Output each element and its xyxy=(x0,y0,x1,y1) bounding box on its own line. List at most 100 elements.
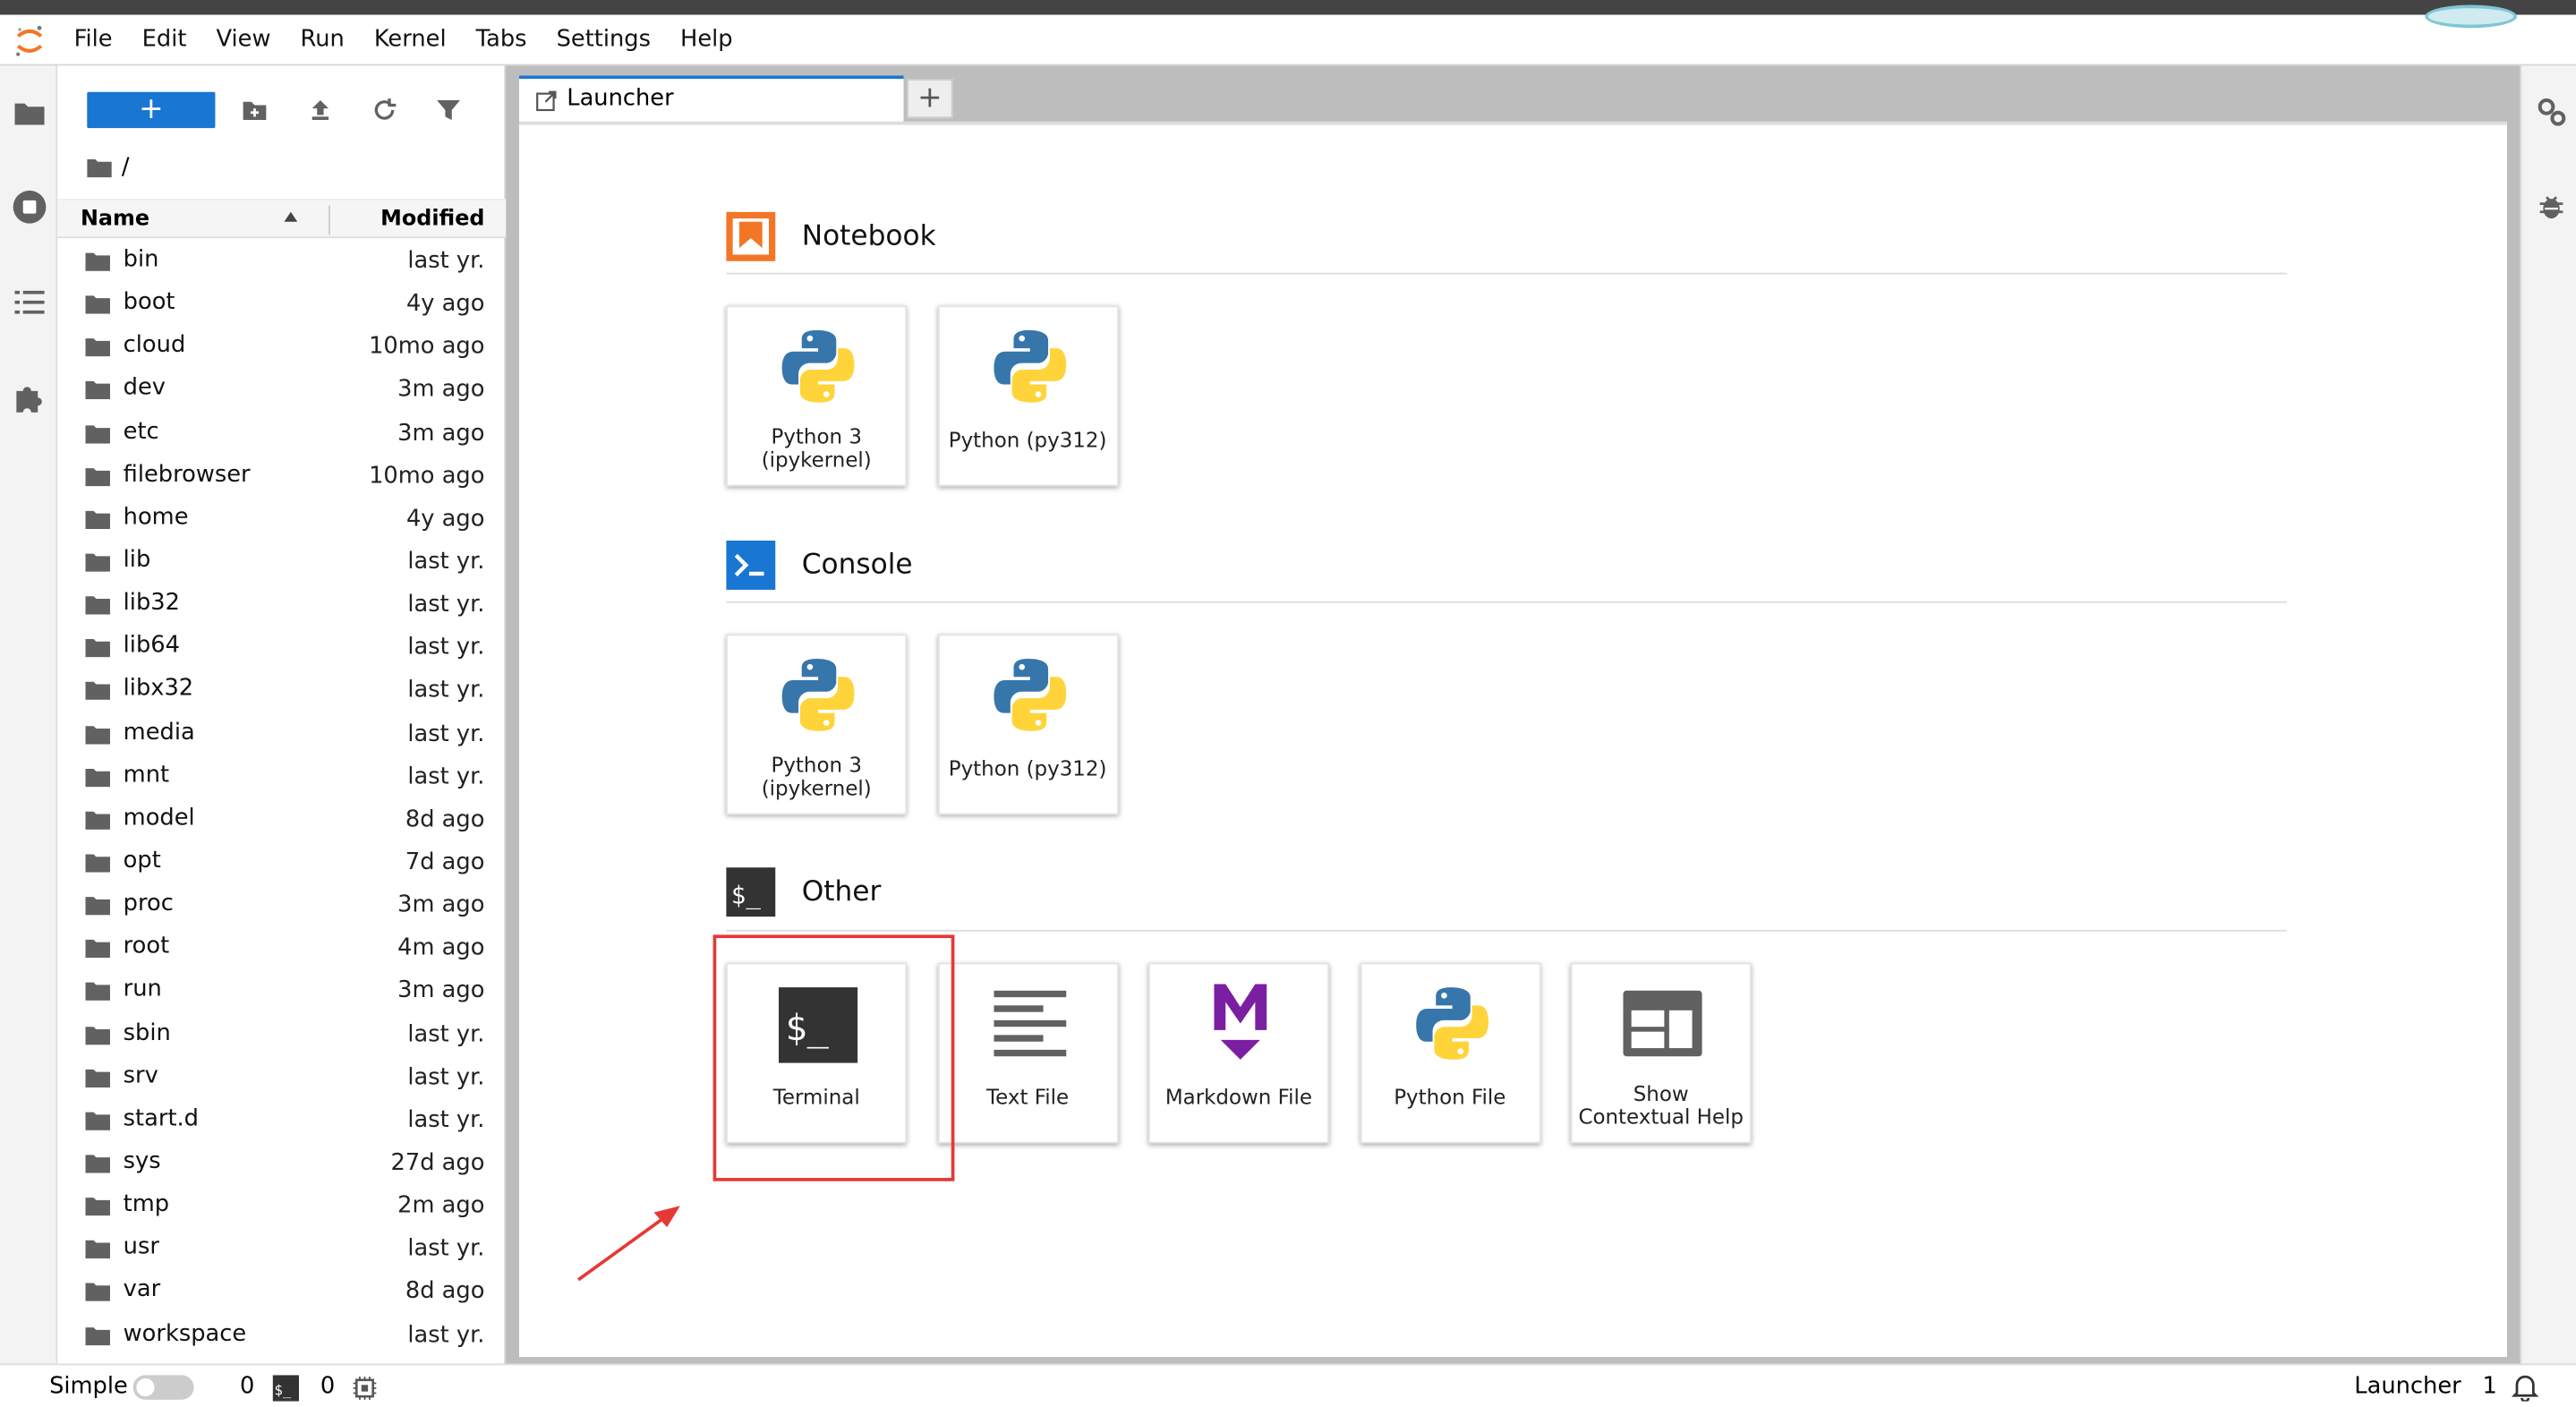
file-modified: 10mo ago xyxy=(369,334,485,361)
extension-manager-icon[interactable] xyxy=(12,379,47,415)
new-folder-icon[interactable] xyxy=(240,95,269,124)
file-row[interactable]: proc 3m ago xyxy=(57,884,506,927)
toggle-knob xyxy=(136,1377,155,1397)
kernel-usage-chip-icon[interactable] xyxy=(352,1375,378,1401)
menu-tabs[interactable]: Tabs xyxy=(461,15,542,66)
file-name: media xyxy=(123,719,195,746)
property-inspector-gears-icon[interactable] xyxy=(2535,95,2568,128)
file-row[interactable]: filebrowser 10mo ago xyxy=(57,455,506,498)
folder-icon xyxy=(85,1283,110,1302)
add-tab-button[interactable]: + xyxy=(907,79,953,119)
notification-bell-icon[interactable] xyxy=(2511,1372,2540,1402)
file-row[interactable]: media last yr. xyxy=(57,712,506,755)
debugger-bug-icon[interactable] xyxy=(2535,191,2568,224)
right-sidebar xyxy=(2520,65,2576,1364)
modified-column-header[interactable]: Modified xyxy=(380,207,484,232)
folder-icon xyxy=(85,295,110,314)
menu-settings[interactable]: Settings xyxy=(542,15,665,66)
table-of-contents-icon[interactable] xyxy=(12,285,47,320)
menu-edit[interactable]: Edit xyxy=(127,15,201,66)
file-row[interactable]: start.d last yr. xyxy=(57,1099,506,1142)
other-card-text-file[interactable]: Text File xyxy=(937,962,1119,1144)
refresh-icon[interactable] xyxy=(370,95,399,124)
file-row[interactable]: lib32 last yr. xyxy=(57,584,506,627)
other-card-python-file[interactable]: Python File xyxy=(1359,962,1540,1144)
other-card-show-contextual-help[interactable]: Show Contextual Help xyxy=(1570,962,1752,1144)
notifications-count[interactable]: 1 xyxy=(2482,1373,2496,1399)
new-launcher-button[interactable]: + xyxy=(87,91,216,129)
file-name: var xyxy=(123,1276,161,1304)
name-column-header[interactable]: Name xyxy=(81,207,149,232)
menu-file[interactable]: File xyxy=(59,15,127,66)
file-name: model xyxy=(123,805,195,831)
terminals-count[interactable]: 0 xyxy=(320,1373,335,1399)
file-row[interactable]: srv last yr. xyxy=(57,1056,506,1099)
folder-icon xyxy=(85,381,110,400)
console-divider xyxy=(726,601,2288,603)
folder-icon[interactable] xyxy=(12,95,47,131)
file-row[interactable]: boot 4y ago xyxy=(57,283,506,326)
file-name: etc xyxy=(123,418,159,445)
file-row[interactable]: model 8d ago xyxy=(57,798,506,841)
kernels-count[interactable]: 0 xyxy=(240,1373,254,1399)
other-divider xyxy=(726,929,2288,932)
console-card-python-py312[interactable]: Python (py312) xyxy=(937,634,1119,815)
upload-icon[interactable] xyxy=(305,95,335,124)
menu-help[interactable]: Help xyxy=(665,15,747,66)
notebook-card-python-3-ipykernel[interactable]: Python 3 (ipykernel) xyxy=(726,305,908,487)
launcher-panel: Notebook Console $_ Other Python 3 (ipyk… xyxy=(519,121,2507,1358)
file-row[interactable]: usr last yr. xyxy=(57,1228,506,1271)
tab-bar: Launcher + xyxy=(519,75,953,122)
file-row[interactable]: etc 3m ago xyxy=(57,412,506,455)
file-row[interactable]: sbin last yr. xyxy=(57,1013,506,1056)
file-row[interactable]: mnt last yr. xyxy=(57,755,506,798)
file-browser-toolbar: + xyxy=(57,65,506,148)
file-row[interactable]: lib last yr. xyxy=(57,541,506,584)
file-name: usr xyxy=(123,1233,159,1261)
file-row[interactable]: root 4m ago xyxy=(57,927,506,970)
text-file-icon xyxy=(984,977,1076,1070)
file-name: run xyxy=(123,976,162,1003)
file-row[interactable]: home 4y ago xyxy=(57,498,506,541)
file-row[interactable]: opt 7d ago xyxy=(57,841,506,884)
active-document-label: Launcher xyxy=(2354,1373,2461,1400)
card-label: Markdown File xyxy=(1164,1084,1313,1109)
other-section-title: Other xyxy=(801,875,882,909)
menu-run[interactable]: Run xyxy=(286,15,359,66)
root-folder-icon[interactable] xyxy=(87,158,112,178)
user-avatar[interactable] xyxy=(2425,4,2517,29)
menubar: File Edit View Run Kernel Tabs Settings Help xyxy=(0,4,2576,66)
running-sessions-icon[interactable] xyxy=(12,189,47,225)
file-row[interactable]: cloud 10mo ago xyxy=(57,326,506,369)
file-row[interactable]: run 3m ago xyxy=(57,970,506,1013)
console-card-python-3-ipykernel[interactable]: Python 3 (ipykernel) xyxy=(726,634,908,815)
contextual-help-icon xyxy=(1616,977,1709,1070)
file-row[interactable]: workspace last yr. xyxy=(57,1314,506,1357)
file-row[interactable]: lib64 last yr. xyxy=(57,627,506,669)
file-row[interactable]: dev 3m ago xyxy=(57,369,506,412)
menu-kernel[interactable]: Kernel xyxy=(359,15,461,66)
folder-icon xyxy=(85,1198,110,1216)
file-name: proc xyxy=(123,891,174,917)
folder-icon xyxy=(85,467,110,486)
other-card-markdown-file[interactable]: Markdown File xyxy=(1148,962,1329,1144)
filter-icon[interactable] xyxy=(434,95,464,124)
python-logo-icon xyxy=(984,649,1076,741)
card-label: Show Contextual Help xyxy=(1578,1080,1744,1129)
file-row[interactable]: tmp 2m ago xyxy=(57,1185,506,1228)
file-row[interactable]: bin last yr. xyxy=(57,240,506,283)
file-row[interactable]: sys 27d ago xyxy=(57,1142,506,1185)
file-modified: 4y ago xyxy=(405,291,485,318)
notebook-card-python-py312[interactable]: Python (py312) xyxy=(937,305,1119,487)
file-row[interactable]: libx32 last yr. xyxy=(57,669,506,712)
menu-view[interactable]: View xyxy=(201,15,286,66)
tab-launcher[interactable]: Launcher xyxy=(519,75,904,122)
tab-label: Launcher xyxy=(567,85,674,112)
file-modified: 3m ago xyxy=(397,977,485,1005)
file-row[interactable]: var 8d ago xyxy=(57,1271,506,1314)
column-divider[interactable] xyxy=(328,205,330,235)
simple-mode-toggle[interactable] xyxy=(132,1375,194,1400)
terminal-status-icon[interactable]: $_ xyxy=(272,1375,300,1402)
file-name: workspace xyxy=(123,1319,247,1347)
breadcrumb-root[interactable]: / xyxy=(122,155,130,181)
